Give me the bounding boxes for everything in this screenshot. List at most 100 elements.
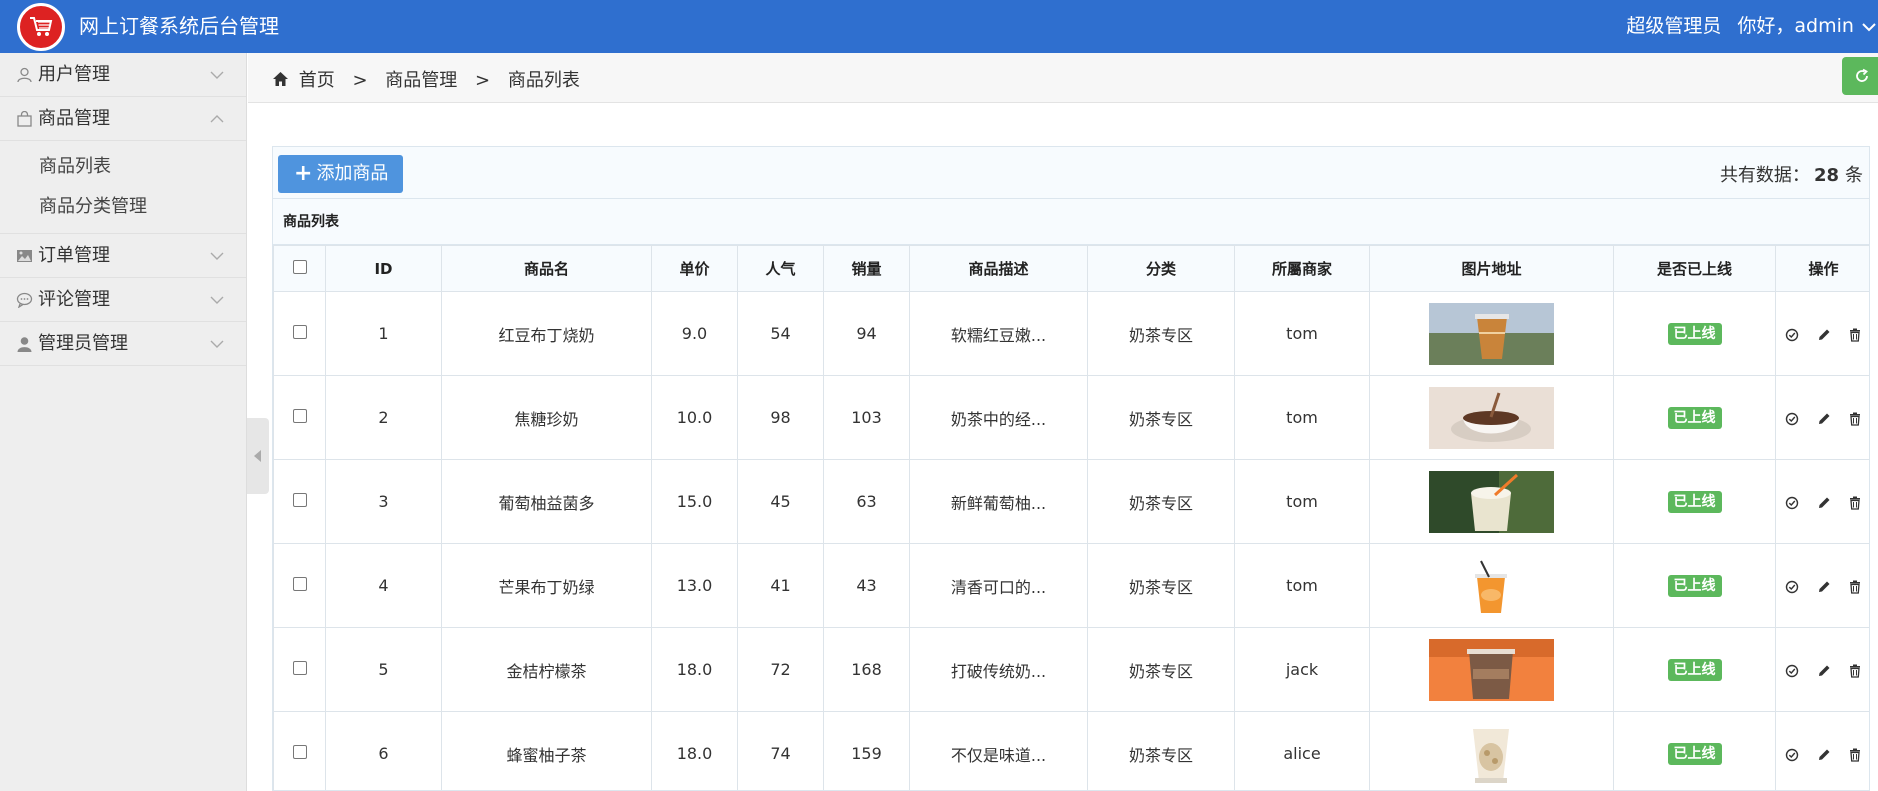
cell-merchant: alice	[1234, 711, 1370, 790]
total-prefix: 共有数据：	[1719, 165, 1810, 186]
sidebar-item-user-management[interactable]: 用户管理	[0, 53, 246, 97]
delete-trash-icon[interactable]	[1847, 327, 1863, 343]
chevron-down-icon	[210, 340, 224, 348]
cell-actions	[1775, 543, 1869, 628]
cell-status: 已上线	[1613, 627, 1776, 712]
cell-id: 4	[325, 543, 442, 628]
delete-trash-icon[interactable]	[1847, 579, 1863, 595]
column-header: 商品描述	[909, 245, 1088, 292]
sidebar-item-admin-management[interactable]: 管理员管理	[0, 322, 246, 366]
cell-sales: 63	[823, 459, 910, 544]
edit-pencil-icon[interactable]	[1816, 495, 1832, 511]
grapefruit-drink-photo	[1429, 470, 1554, 533]
delete-trash-icon[interactable]	[1847, 495, 1863, 511]
row-select-cell	[273, 459, 326, 544]
chevron-down-icon	[210, 252, 224, 260]
select-all-checkbox[interactable]	[292, 259, 307, 274]
row-select-cell	[273, 291, 326, 376]
row-checkbox[interactable]	[292, 577, 307, 591]
row-select-cell	[273, 711, 326, 790]
cell-status: 已上线	[1613, 291, 1776, 376]
edit-pencil-icon[interactable]	[1816, 579, 1832, 595]
cell-id: 5	[325, 627, 442, 712]
cell-price: 13.0	[651, 543, 738, 628]
toggle-status-icon[interactable]	[1784, 579, 1800, 595]
breadcrumb-separator: >	[475, 70, 491, 91]
row-checkbox[interactable]	[292, 661, 307, 675]
cell-category: 奶茶专区	[1087, 459, 1235, 544]
edit-pencil-icon[interactable]	[1816, 327, 1832, 343]
online-status-badge: 已上线	[1667, 658, 1722, 681]
toggle-status-icon[interactable]	[1784, 663, 1800, 679]
toggle-status-icon[interactable]	[1784, 327, 1800, 343]
edit-pencil-icon[interactable]	[1816, 411, 1832, 427]
column-header: 人气	[737, 245, 824, 292]
sidebar-item-category-management[interactable]: 商品分类管理	[0, 187, 246, 227]
cell-actions	[1775, 291, 1869, 376]
table-row: 5 金桔柠檬茶 18.0 72 168 打破传统奶... 奶茶专区 jack 已…	[273, 627, 1869, 712]
cell-actions	[1775, 711, 1869, 790]
row-checkbox[interactable]	[292, 325, 307, 339]
sidebar: 用户管理 商品管理 商品列表 商品分类管理 订单管理 评论管理 管理员管理	[0, 53, 247, 791]
row-checkbox[interactable]	[292, 409, 307, 423]
online-status-badge: 已上线	[1667, 574, 1722, 597]
user-menu[interactable]: 超级管理员 你好，admin	[1626, 13, 1878, 39]
cell-description: 不仅是味道...	[909, 711, 1088, 790]
list-toolbar: + 添加商品 共有数据： 28 条	[273, 147, 1869, 199]
cell-description: 奶茶中的经...	[909, 375, 1088, 460]
sidebar-collapse-toggle[interactable]	[247, 418, 269, 494]
product-list-panel: + 添加商品 共有数据： 28 条 商品列表 ID 商品名 单价 人气 销量 商品描述…	[272, 146, 1870, 791]
comment-icon	[16, 292, 33, 308]
cell-image	[1369, 291, 1614, 376]
edit-pencil-icon[interactable]	[1816, 747, 1832, 763]
add-product-button[interactable]: + 添加商品	[278, 155, 403, 193]
table-row: 6 蜂蜜柚子茶 18.0 74 159 不仅是味道... 奶茶专区 alice …	[273, 711, 1869, 790]
breadcrumb-home[interactable]: 首页	[299, 70, 335, 91]
cell-id: 3	[325, 459, 442, 544]
sidebar-item-order-management[interactable]: 订单管理	[0, 234, 246, 278]
toggle-status-icon[interactable]	[1784, 747, 1800, 763]
table-row: 1 红豆布丁烧奶 9.0 54 94 软糯红豆嫩... 奶茶专区 tom 已上线	[273, 291, 1869, 376]
product-submenu: 商品列表 商品分类管理	[0, 141, 246, 234]
refresh-button[interactable]	[1842, 57, 1878, 95]
cell-sales: 168	[823, 627, 910, 712]
user-role: 超级管理员	[1626, 15, 1722, 37]
column-header: 操作	[1775, 245, 1869, 292]
breadcrumb-section[interactable]: 商品管理	[385, 70, 457, 91]
cell-name: 金桔柠檬茶	[441, 627, 652, 712]
add-product-label: 添加商品	[316, 163, 389, 184]
cell-actions	[1775, 627, 1869, 712]
cell-sales: 159	[823, 711, 910, 790]
honey-citron-photo	[1429, 722, 1554, 785]
edit-pencil-icon[interactable]	[1816, 663, 1832, 679]
caramel-coffee-photo	[1429, 386, 1554, 449]
select-all-cell	[273, 245, 326, 292]
row-checkbox[interactable]	[292, 493, 307, 507]
delete-trash-icon[interactable]	[1847, 411, 1863, 427]
cell-price: 18.0	[651, 627, 738, 712]
column-header: 分类	[1087, 245, 1235, 292]
product-table: ID 商品名 单价 人气 销量 商品描述 分类 所屬商家 图片地址 是否已上线 …	[273, 245, 1869, 790]
online-status-badge: 已上线	[1667, 490, 1722, 513]
cell-popularity: 98	[737, 375, 824, 460]
sidebar-item-label: 评论管理	[38, 289, 110, 310]
sidebar-item-label: 管理员管理	[38, 333, 128, 354]
cell-category: 奶茶专区	[1087, 711, 1235, 790]
caret-left-icon	[254, 450, 261, 462]
toggle-status-icon[interactable]	[1784, 411, 1800, 427]
sidebar-item-comment-management[interactable]: 评论管理	[0, 278, 246, 322]
row-select-cell	[273, 375, 326, 460]
cell-id: 6	[325, 711, 442, 790]
cell-name: 葡萄柚益菌多	[441, 459, 652, 544]
plus-icon: +	[294, 161, 313, 186]
cell-price: 10.0	[651, 375, 738, 460]
sidebar-item-product-list[interactable]: 商品列表	[0, 147, 246, 187]
row-checkbox[interactable]	[292, 745, 307, 759]
shopping-cart-logo	[17, 3, 65, 51]
sidebar-item-product-management[interactable]: 商品管理	[0, 97, 246, 141]
user-greeting: 你好，admin	[1737, 15, 1854, 37]
delete-trash-icon[interactable]	[1847, 663, 1863, 679]
delete-trash-icon[interactable]	[1847, 747, 1863, 763]
table-header-row: ID 商品名 单价 人气 销量 商品描述 分类 所屬商家 图片地址 是否已上线 …	[273, 245, 1869, 292]
toggle-status-icon[interactable]	[1784, 495, 1800, 511]
